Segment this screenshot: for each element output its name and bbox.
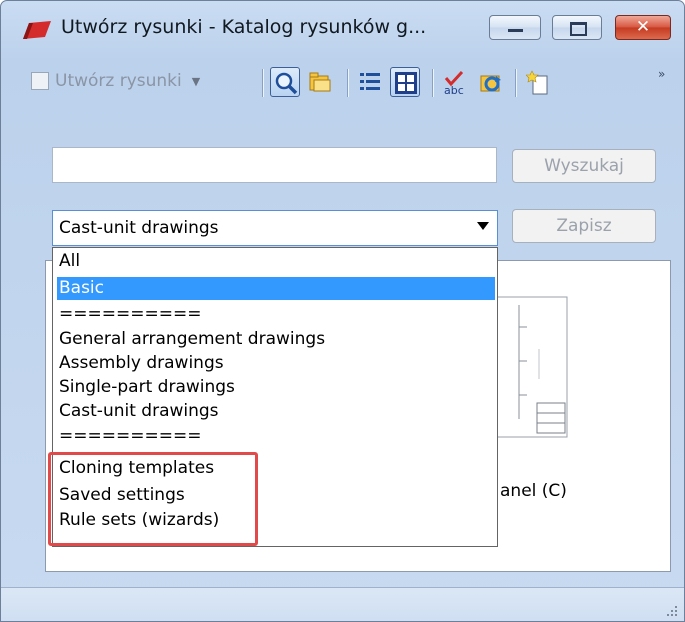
dropdown-separator: ========== <box>59 426 202 446</box>
toolbar-separator <box>347 69 348 97</box>
tekla-app-icon <box>23 21 51 39</box>
dropdown-item-basic[interactable]: Basic <box>57 277 495 300</box>
dropdown-item-all[interactable]: All <box>57 250 495 273</box>
drawing-thumbnail-label[interactable]: anel (C) <box>500 481 567 501</box>
open-folder-button[interactable] <box>305 67 335 97</box>
chevron-down-icon <box>477 222 489 230</box>
refresh-button[interactable] <box>475 67 505 97</box>
filter-selected-value: Cast-unit drawings <box>59 218 219 238</box>
dropdown-item-single-part[interactable]: Single-part drawings <box>57 376 495 399</box>
new-icon <box>526 70 548 95</box>
search-toggle-button[interactable] <box>270 67 300 97</box>
toolbar-separator <box>262 69 263 97</box>
dropdown-item-cast-unit[interactable]: Cast-unit drawings <box>57 400 495 423</box>
dropdown-separator: ========== <box>59 304 202 324</box>
title-bar[interactable]: Utwórz rysunki - Katalog rysunków g... ✕ <box>1 1 684 45</box>
close-button[interactable]: ✕ <box>615 15 671 40</box>
toolbar: Utwórz rysunki ▼ abc <box>15 65 684 101</box>
annotation-highlight-box <box>48 452 258 546</box>
dropdown-item-assembly[interactable]: Assembly drawings <box>57 352 495 375</box>
status-bar <box>1 587 684 621</box>
filter-combobox[interactable]: Cast-unit drawings <box>52 210 498 246</box>
search-icon <box>275 72 298 95</box>
minimize-button[interactable] <box>489 15 541 40</box>
create-drawings-label: Utwórz rysunki <box>55 71 182 91</box>
svg-text:abc: abc <box>444 84 464 96</box>
dropdown-item-general-arrangement[interactable]: General arrangement drawings <box>57 328 495 351</box>
toolbar-separator <box>515 69 516 97</box>
close-icon: ✕ <box>635 17 651 37</box>
drawing-catalog-window: Utwórz rysunki - Katalog rysunków g... ✕… <box>0 0 685 622</box>
list-view-icon <box>360 73 380 90</box>
maximize-button[interactable] <box>552 15 602 40</box>
toolbar-separator <box>432 69 433 97</box>
window-title: Utwórz rysunki - Katalog rysunków g... <box>61 16 427 38</box>
resize-grip-icon[interactable] <box>664 603 678 617</box>
list-view-button[interactable] <box>355 67 385 97</box>
refresh-icon <box>480 75 501 92</box>
spellcheck-button[interactable]: abc <box>440 67 470 97</box>
folder-icon <box>309 72 331 92</box>
spellcheck-icon: abc <box>444 70 464 96</box>
search-input[interactable] <box>52 147 497 183</box>
thumbnail-view-icon <box>395 72 417 94</box>
chevron-down-icon: ▼ <box>191 74 201 88</box>
create-drawing-icon <box>31 72 49 90</box>
new-item-button[interactable] <box>523 67 553 97</box>
thumbnail-view-button[interactable] <box>390 67 420 97</box>
save-button[interactable]: Zapisz <box>512 209 656 243</box>
search-button[interactable]: Wyszukaj <box>512 149 656 183</box>
create-drawings-dropdown-button[interactable]: Utwórz rysunki ▼ <box>31 71 200 91</box>
overflow-chevron-icon[interactable]: » <box>658 67 665 81</box>
